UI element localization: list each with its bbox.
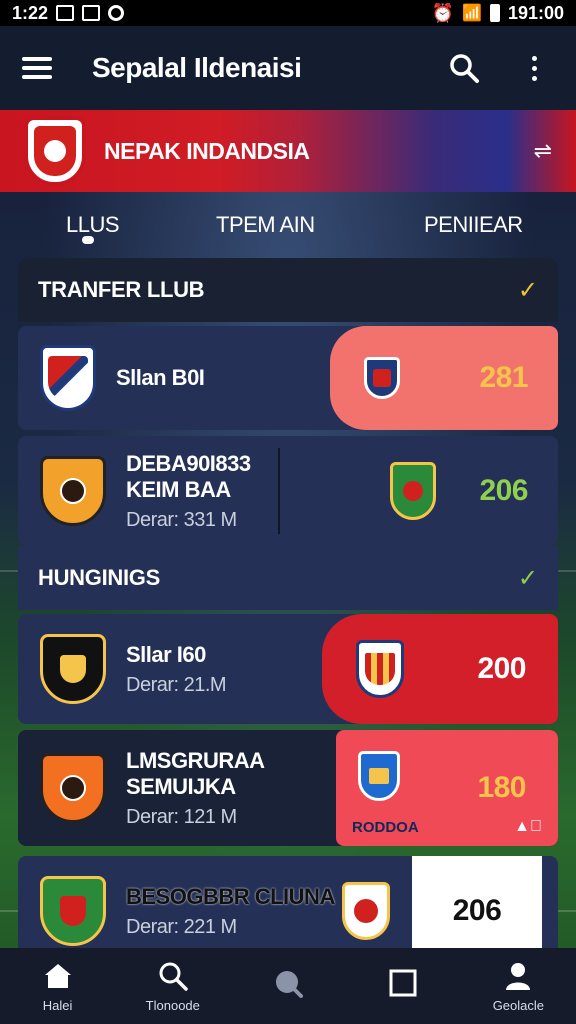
gallery-notification-icon [56,5,75,21]
club-row[interactable]: LMSGRURAA SEMUIJKA Derar: 121 M 180 RODD… [18,730,558,846]
nav-label: Tlonoode [145,997,200,1013]
section-title: HUNGINIGS [38,565,160,590]
expand-icon[interactable]: ▲⃞ [514,818,542,836]
search-button[interactable] [444,48,484,88]
opponent-crest-icon [342,882,390,940]
club-row[interactable]: DEBA90I833 KEIM BAA Derar: 331 M 206 [18,436,558,546]
stat-value: 200 [477,652,526,685]
nav-search[interactable]: Tlonoode [123,960,223,1013]
divider [278,448,280,534]
banner-title: NEPAK INDANDSIA [104,137,310,164]
section-header-transfer[interactable]: TRANFER LLUB ✓ [18,258,558,322]
sync-notification-icon [108,5,125,21]
swap-icon[interactable]: ⇌ [534,138,552,164]
app-title: Sepalal Ildenaisi [92,52,302,83]
club-row[interactable]: Sllan B0I 281 [18,326,558,430]
club-subtext: Derar: 21.M [126,673,227,696]
club-caption: RODDOA [352,819,419,836]
club-crest-icon [40,456,106,526]
section-title: TRANFER LLUB [38,277,205,302]
app-notification-icon [82,5,101,21]
nav-label: Halei [42,997,73,1013]
stat-value: 281 [479,361,528,394]
status-time: 1:22 [12,2,49,23]
stat-panel: 180 RODDOA ▲⃞ [336,730,558,846]
bottom-navigation: Halei Tlonoode Geolacle [0,948,576,1024]
search-icon [450,54,479,83]
league-banner: NEPAK INDANDSIA ⇌ [0,110,576,192]
check-icon: ✓ [517,564,538,592]
nav-home[interactable]: Halei [8,960,108,1013]
home-icon [44,963,71,988]
nav-square[interactable] [353,967,453,1005]
stat-panel: 200 [322,614,558,724]
club-name: LMSGRURAA SEMUIJKA [126,747,265,799]
alarm-icon: ⏰ [431,2,455,23]
stat-value: 206 [479,474,528,507]
club-crest-icon [40,753,106,823]
check-icon: ✓ [517,276,538,304]
club-subtext: Derar: 221 M [126,915,237,938]
nav-label: Geolacle [492,997,544,1013]
tab-llus[interactable]: LLUS [66,212,120,238]
stat-value: 180 [477,771,526,804]
battery-icon [489,4,500,22]
stat-value: 206 [452,894,502,927]
tab-tpem-ain[interactable]: TPEM AIN [216,212,315,238]
league-logo [24,116,86,186]
status-right-text: 191:00 [507,2,564,23]
club-crest-icon [40,634,106,704]
more-options-button[interactable] [514,48,554,88]
search-icon [159,962,188,991]
active-tab-indicator [82,236,94,244]
profile-icon [506,962,531,990]
club-crest-icon [40,345,96,411]
club-name: DEBA90I833 KEIM BAA [126,450,251,502]
wifi-icon: 📶 [462,5,482,22]
opponent-crest-icon [390,462,436,520]
club-subtext: Derar: 331 M [126,508,237,531]
tab-peniiear[interactable]: PENIIEAR [424,212,523,238]
stat-panel: 206 [356,436,558,546]
opponent-crest-icon [356,640,404,698]
app-bar: Sepalal Ildenaisi [0,26,576,110]
club-subtext: Derar: 121 M [126,805,237,828]
status-bar: 1:22 ⏰ 📶 191:00 [0,0,576,26]
opponent-crest-icon [358,751,400,801]
stat-panel: 281 [330,326,558,430]
club-name: Sllan B0I [116,365,205,390]
nav-chat[interactable] [238,967,338,1005]
kebab-menu-icon [531,55,537,81]
square-icon [389,969,417,997]
club-row[interactable]: Sllar I60 Derar: 21.M 200 [18,614,558,724]
club-crest-icon [40,876,106,946]
section-header-hungings[interactable]: HUNGINIGS ✓ [18,546,558,610]
chat-icon [275,971,303,998]
nav-profile[interactable]: Geolacle [468,960,568,1013]
club-name: BESOGBBR CLIUNA [126,883,335,909]
menu-icon[interactable] [22,57,52,79]
opponent-crest-icon [364,357,400,399]
club-name: Sllar I60 [126,641,206,667]
